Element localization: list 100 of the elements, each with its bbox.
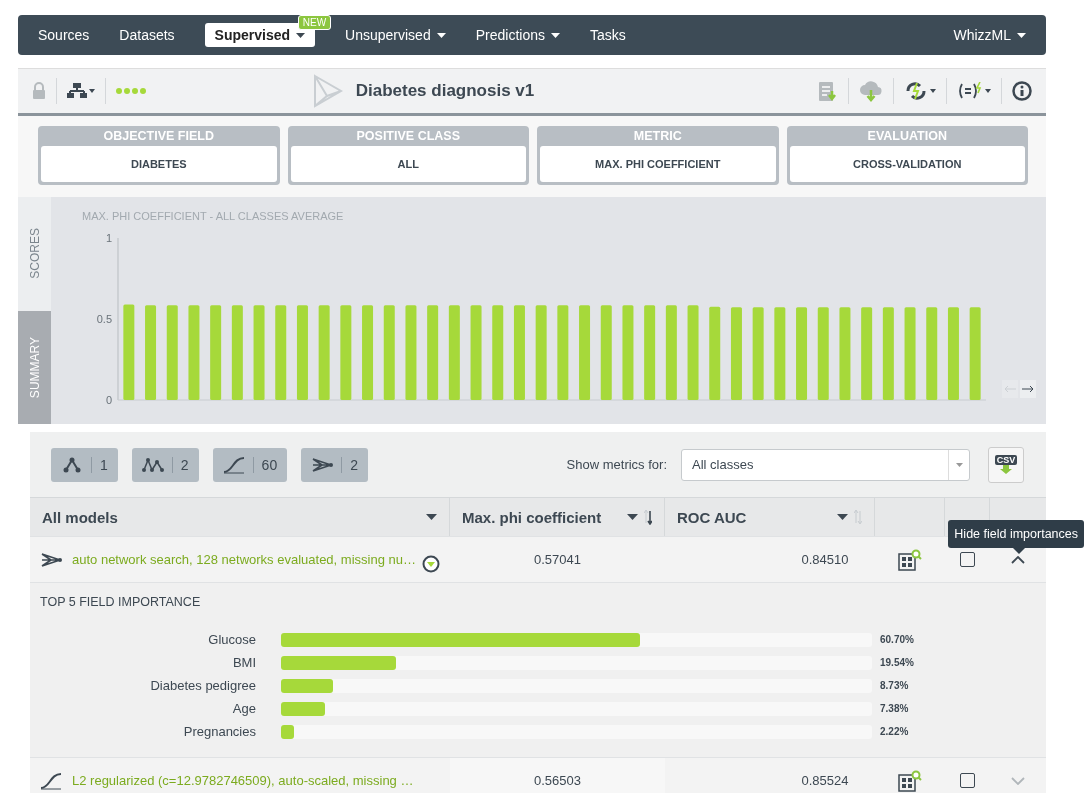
score-bar[interactable] [145,305,157,400]
scroll-right-button[interactable] [1020,380,1036,398]
nav-menu-item[interactable]: Predictions [475,23,560,47]
importance-percent: 7.38% [880,703,910,714]
score-bar[interactable] [535,305,547,400]
score-bar[interactable] [166,305,178,400]
score-bar[interactable] [947,307,959,400]
network-icon [40,550,62,569]
score-bar[interactable] [405,305,417,400]
model-type-filter[interactable]: 60 [212,447,288,482]
collapse-chevron-icon[interactable] [1011,555,1025,564]
y-tick-label: 0.5 [96,313,112,325]
score-bar[interactable] [557,305,569,400]
nav-menu-item[interactable]: WhizzML [953,23,1026,47]
field-name: Diabetes pedigree [149,678,256,693]
score-bar[interactable] [926,307,938,400]
score-bar[interactable] [861,307,873,400]
y-axis: 0 0.5 1 [96,232,119,406]
score-bar[interactable] [687,305,699,400]
score-bar[interactable] [296,305,308,400]
cloud-download-icon[interactable] [859,80,883,102]
score-bar[interactable] [362,305,374,400]
dropdown-circle-icon[interactable] [421,554,440,573]
score-bar[interactable] [253,305,265,400]
score-bar[interactable] [188,305,200,400]
score-bar[interactable] [839,307,851,400]
score-bar[interactable] [600,305,612,400]
score-bar[interactable] [340,305,352,400]
clipboard-download-icon[interactable] [818,79,838,103]
score-bar[interactable] [579,305,591,400]
model-type-filter[interactable]: 2 [301,447,368,482]
score-bar[interactable] [969,307,981,400]
tooltip-pointer [1013,548,1026,554]
select-checkbox[interactable] [960,552,975,567]
setting-value: MAX. PHI COEFFICIENT [540,146,776,182]
logo-icon [311,74,344,108]
select-checkbox[interactable] [960,773,975,788]
score-bar[interactable] [752,307,764,400]
refresh-dropdown-icon[interactable] [904,81,936,101]
score-bar[interactable] [470,305,482,400]
field-name: Age [231,701,256,716]
field-name: Glucose [207,632,256,647]
score-bar[interactable] [492,305,504,400]
expand-chevron-icon[interactable] [1011,776,1025,785]
score-bar[interactable] [796,307,808,400]
score-bar[interactable] [730,307,742,400]
metrics-select[interactable]: All classes [681,448,970,481]
model-title: Diabetes diagnosis v1 [355,81,535,101]
right-arrow-icon [1022,386,1034,392]
info-icon[interactable] [1012,81,1032,101]
score-bar[interactable] [882,307,894,400]
nav-menu-item[interactable]: Sources [38,23,90,47]
lock-icon[interactable] [32,82,46,100]
phi-value: 0.57041 [534,552,581,567]
nav-menu-item[interactable]: Datasets [119,23,175,47]
score-bar[interactable] [622,305,634,400]
formula-dropdown-icon[interactable] [957,82,991,100]
field-name: BMI [231,655,256,670]
y-tick-label: 0 [105,394,112,406]
phi-value: 0.56503 [534,773,581,788]
download-arrow-icon [1000,465,1012,474]
score-bar[interactable] [318,305,330,400]
importance-percent: 60.70% [880,634,915,645]
setting-label: OBJECTIVE FIELD [102,128,215,145]
score-bar[interactable] [427,305,439,400]
score-bar[interactable] [817,307,829,400]
score-bar[interactable] [644,305,656,400]
score-bar[interactable] [448,305,460,400]
setting-label: POSITIVE CLASS [355,128,461,145]
trees-icon [141,455,164,474]
csv-download-button[interactable]: CSV [988,446,1024,483]
model-type-filter[interactable]: 1 [51,447,118,482]
caret-icon [955,462,963,467]
importance-title: TOP 5 FIELD IMPORTANCE [40,595,202,609]
nav-menu-item[interactable]: Tasks [589,23,626,47]
setting-value: CROSS-VALIDATION [789,146,1025,182]
score-bar[interactable] [513,305,525,400]
score-bar[interactable] [231,305,243,400]
score-bar[interactable] [774,307,786,400]
tree-dropdown-icon[interactable] [67,83,95,99]
field-name: Pregnancies [182,724,256,739]
tooltip: Hide field importances [948,520,1084,548]
status-dots-icon [116,88,148,94]
curve-icon [222,455,245,474]
left-arrow-icon [1004,386,1016,392]
field-importance-icon[interactable] [898,769,922,792]
score-bar[interactable] [210,305,222,400]
setting-value: DIABETES [41,146,277,182]
score-bar[interactable] [275,305,287,400]
score-bar[interactable] [383,305,395,400]
roc-auc-value: 0.84510 [801,552,849,567]
field-importance-icon[interactable] [898,548,922,571]
nav-menu-item[interactable]: Unsupervised [345,23,446,47]
score-bar[interactable] [123,304,135,400]
score-bar[interactable] [709,306,721,400]
importance-percent: 2.22% [880,726,910,737]
score-bar[interactable] [665,305,677,400]
model-type-filter[interactable]: 2 [131,447,199,482]
score-bar[interactable] [904,307,916,400]
setting-label: METRIC [632,128,683,145]
